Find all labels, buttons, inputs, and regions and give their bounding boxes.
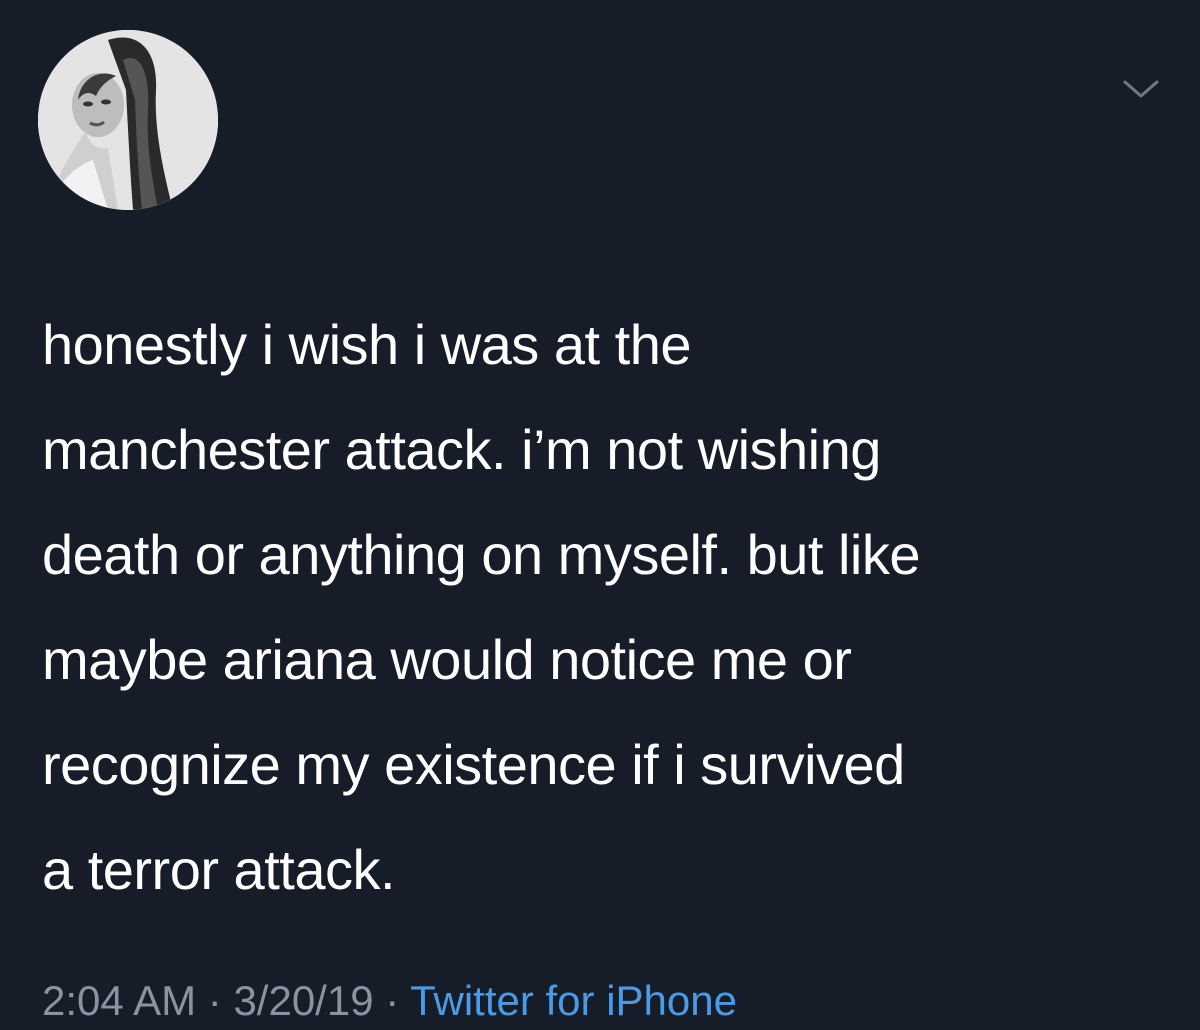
tweet-source-link[interactable]: Twitter for iPhone <box>410 977 737 1024</box>
tweet-date[interactable]: 3/20/19 <box>233 977 373 1024</box>
tweet-card: honestly i wish i was at the manchester … <box>0 0 1200 1030</box>
profile-photo <box>38 30 218 210</box>
tweet-time[interactable]: 2:04 AM <box>42 977 196 1024</box>
meta-separator: · <box>196 977 234 1024</box>
avatar[interactable] <box>38 30 218 210</box>
tweet-text: honestly i wish i was at the manchester … <box>42 313 921 901</box>
meta-separator: · <box>373 977 411 1024</box>
tweet-meta: 2:04 AM · 3/20/19 · Twitter for iPhone <box>42 975 737 1027</box>
chevron-down-icon[interactable] <box>1122 78 1160 100</box>
